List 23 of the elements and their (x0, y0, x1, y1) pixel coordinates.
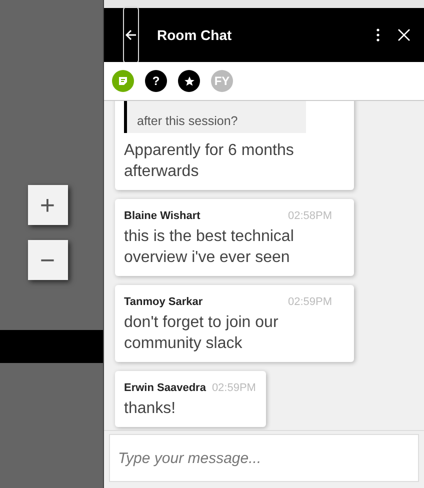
message-text: don't forget to join our community slack (124, 313, 280, 354)
more-menu-icon[interactable] (376, 28, 380, 42)
message-author: Tanmoy Sarkar (124, 296, 203, 308)
notes-icon (118, 76, 128, 86)
message-field[interactable]: Type your message... (109, 434, 419, 482)
star-icon (184, 76, 194, 86)
help-button[interactable]: ? (145, 70, 167, 92)
message-author: Blaine Wishart (124, 210, 200, 222)
quoted-message: after this session? (124, 101, 306, 133)
close-icon[interactable] (398, 29, 410, 41)
zoom-out-button[interactable]: − (28, 240, 68, 280)
chat-title: Room Chat (157, 27, 233, 43)
notes-button[interactable] (112, 70, 134, 92)
back-arrow-icon (125, 29, 137, 41)
favorites-button[interactable] (178, 70, 200, 92)
zoom-in-button[interactable]: + (28, 185, 68, 225)
message-time: 02:58PM (288, 210, 332, 222)
message-time: 02:59PM (212, 382, 256, 394)
message-text: this is the best technical overview i've ever seen (124, 227, 295, 268)
message-author: Erwin Saavedra (124, 382, 206, 394)
message-text: Apparently for 6 months afterwards (124, 141, 295, 182)
message-text: thanks! (124, 399, 177, 419)
message-time: 02:59PM (288, 296, 332, 308)
